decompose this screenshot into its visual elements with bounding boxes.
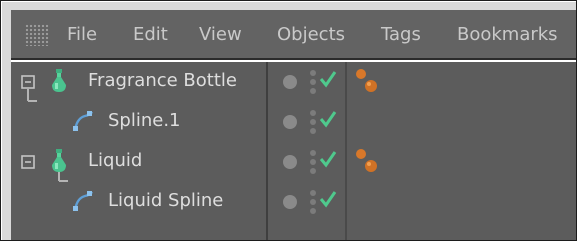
spline-icon	[73, 191, 93, 211]
material-tag-icon[interactable]	[353, 66, 383, 96]
check-icon[interactable]	[319, 190, 337, 208]
check-icon[interactable]	[319, 150, 337, 168]
enable-toggle-icon[interactable]	[283, 115, 297, 129]
visibility-switch-icon[interactable]	[308, 68, 318, 96]
object-name[interactable]: Liquid Spline	[108, 189, 223, 213]
object-name[interactable]: Spline.1	[108, 109, 181, 133]
enable-toggle-icon[interactable]	[283, 75, 297, 89]
object-list-panel: Fragrance Bottle Spline.1 Liquid Liquid …	[11, 62, 576, 240]
bottle-icon	[52, 149, 66, 172]
menu-file[interactable]: File	[67, 23, 97, 47]
object-name[interactable]: Fragrance Bottle	[88, 69, 237, 93]
spline-icon	[73, 111, 93, 131]
bottle-icon	[52, 69, 66, 92]
object-row-liquid-spline[interactable]: Liquid Spline	[11, 182, 576, 222]
object-row-liquid[interactable]: Liquid	[11, 142, 576, 182]
object-name[interactable]: Liquid	[88, 149, 142, 173]
material-tag-icon[interactable]	[353, 146, 383, 176]
visibility-switch-icon[interactable]	[308, 108, 318, 136]
menu-tags[interactable]: Tags	[381, 23, 421, 47]
panel-grip-handle[interactable]	[25, 24, 49, 46]
check-icon[interactable]	[319, 70, 337, 88]
enable-toggle-icon[interactable]	[283, 195, 297, 209]
visibility-switch-icon[interactable]	[308, 148, 318, 176]
visibility-switch-icon[interactable]	[308, 188, 318, 216]
menu-edit[interactable]: Edit	[133, 23, 168, 47]
collapse-toggle-icon[interactable]	[21, 75, 35, 89]
check-icon[interactable]	[319, 110, 337, 128]
collapse-toggle-icon[interactable]	[21, 155, 35, 169]
menu-objects[interactable]: Objects	[277, 23, 345, 47]
object-manager-window: File Edit View Objects Tags Bookmarks Fr…	[0, 0, 577, 241]
object-row-spline-1[interactable]: Spline.1	[11, 102, 576, 142]
menu-bookmarks[interactable]: Bookmarks	[457, 23, 558, 47]
object-row-fragrance-bottle[interactable]: Fragrance Bottle	[11, 62, 576, 102]
window-frame-top	[2, 2, 576, 10]
window-frame-left	[2, 2, 11, 240]
menu-view[interactable]: View	[199, 23, 242, 47]
enable-toggle-icon[interactable]	[283, 155, 297, 169]
menu-bar: File Edit View Objects Tags Bookmarks	[11, 10, 576, 60]
